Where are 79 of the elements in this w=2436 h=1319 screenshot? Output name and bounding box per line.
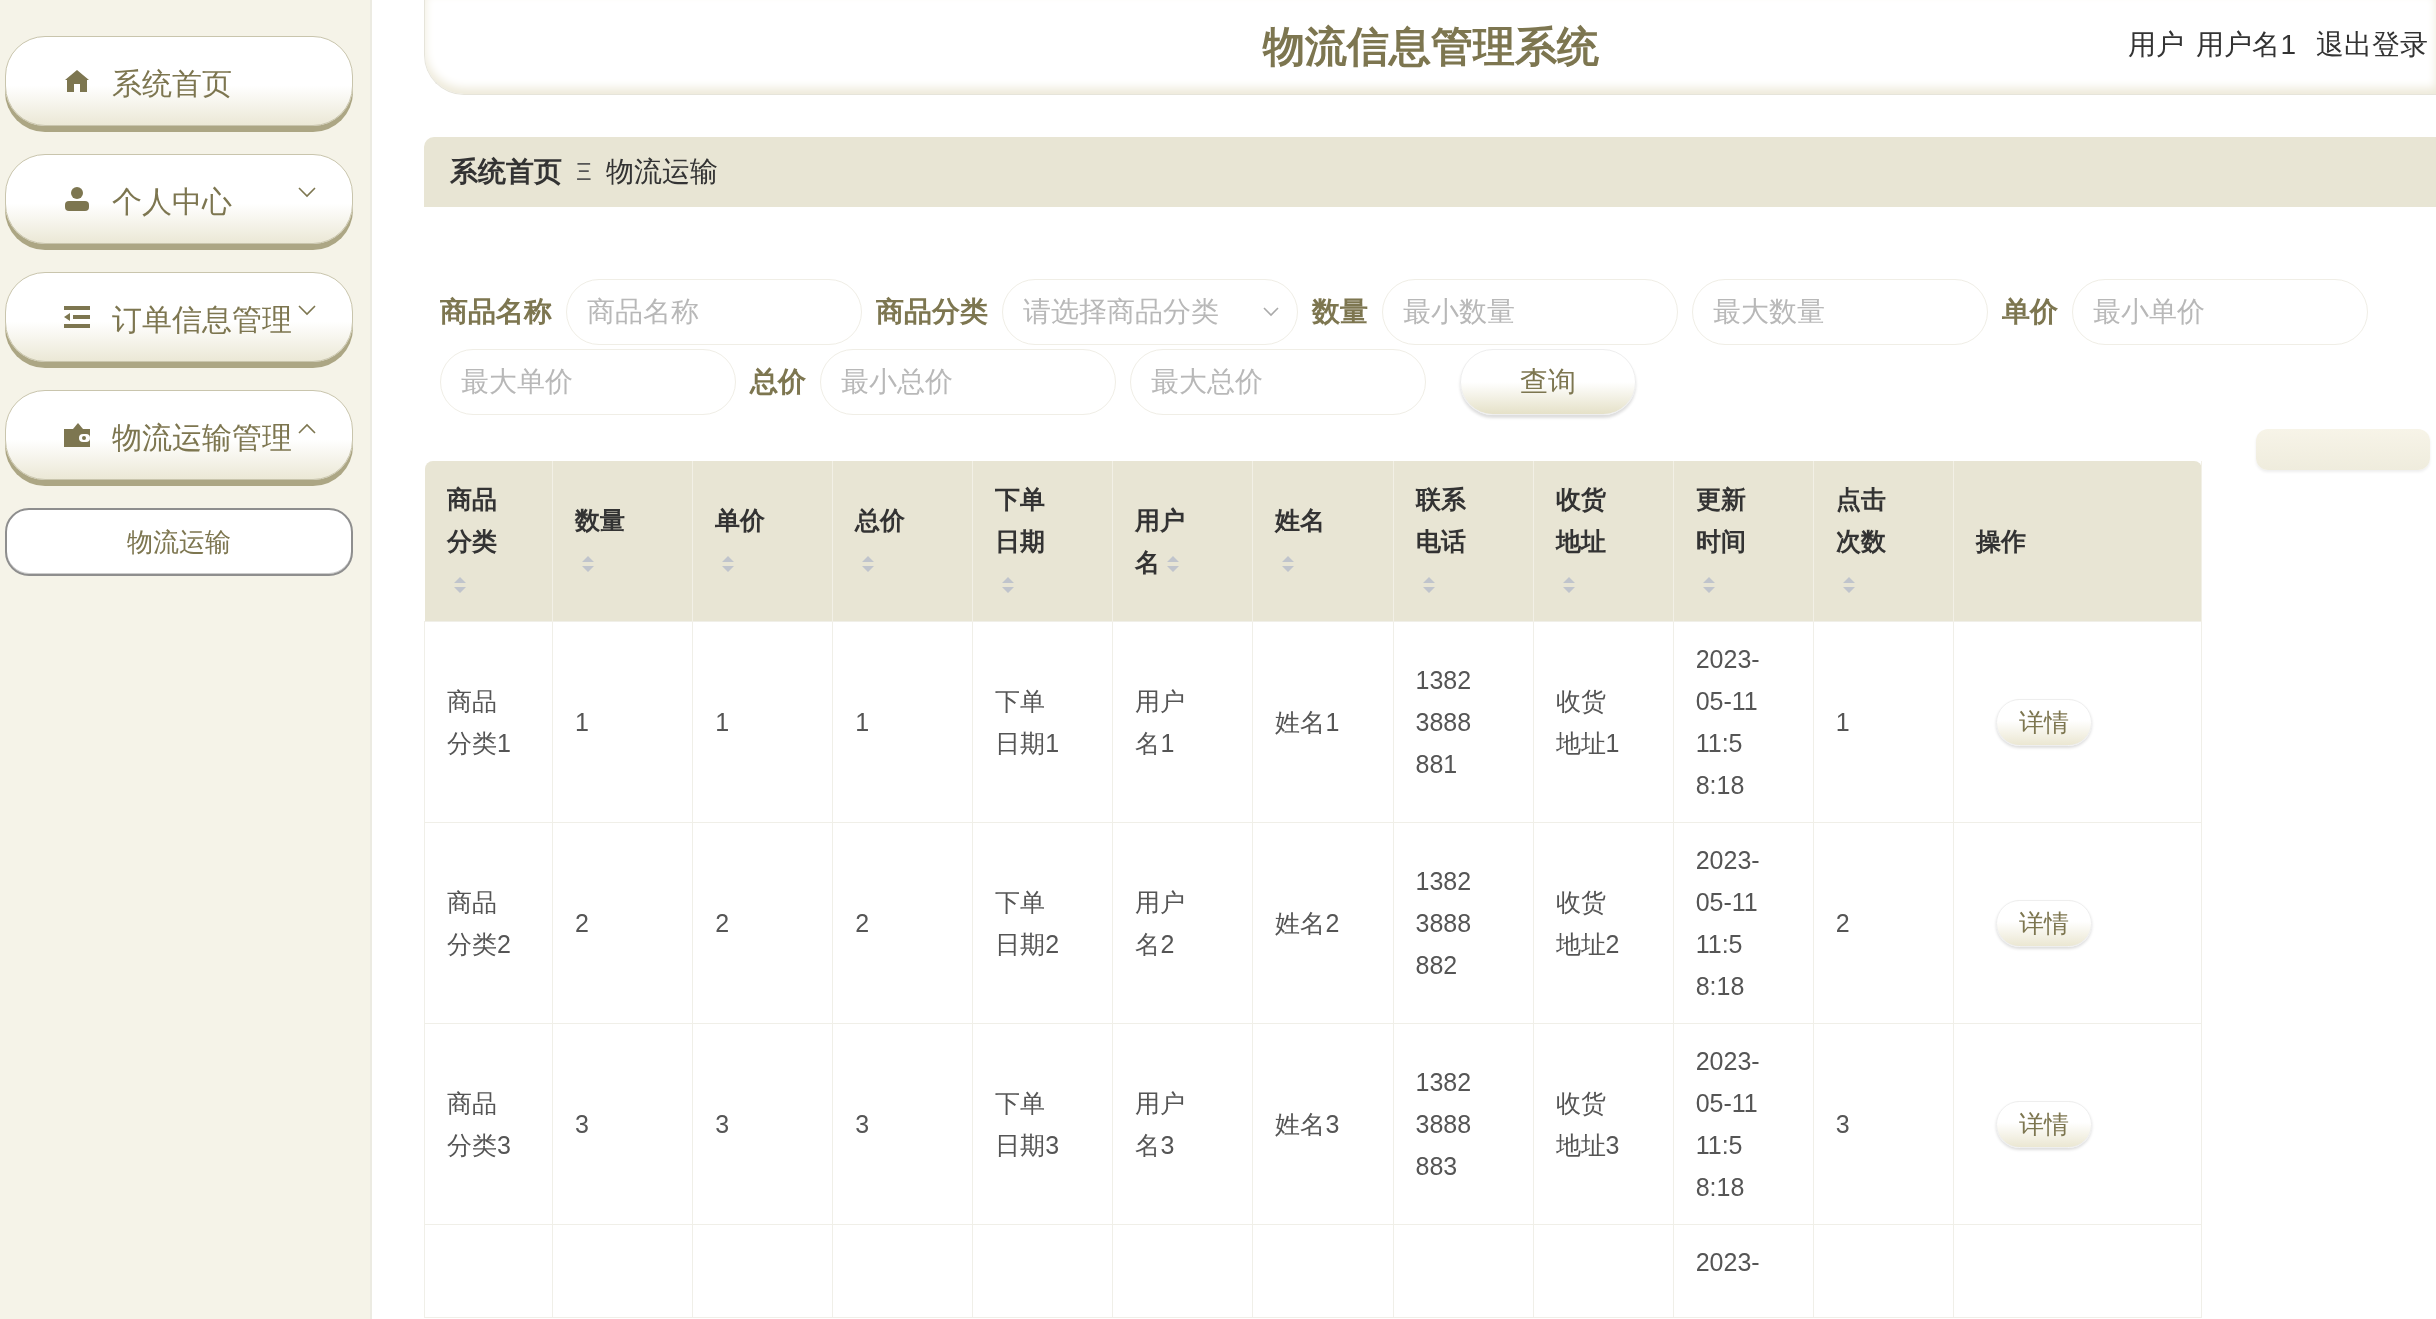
table-cell: 2023-05-11 11:58:18: [1695, 1047, 1760, 1201]
caret-down-icon: [298, 187, 316, 198]
table-cell: 商品分类3: [447, 1089, 511, 1159]
details-button[interactable]: 详情: [1995, 698, 2092, 746]
table-cell: 姓名3: [1275, 1110, 1340, 1138]
app-title: 物流信息管理系统: [1262, 22, 1599, 72]
column-header[interactable]: 单价: [692, 461, 833, 622]
table-cell: 1: [575, 708, 589, 736]
column-header[interactable]: 商品分类: [424, 461, 553, 622]
user-icon: [64, 186, 90, 212]
column-header[interactable]: 收货地址: [1533, 461, 1674, 622]
caret-up-icon: [298, 423, 316, 434]
input-field[interactable]: 最小数量: [1382, 279, 1678, 345]
field-label: 商品分类: [876, 295, 988, 329]
table-cell: 2023-05-11 11:58:18: [1695, 645, 1760, 799]
field-label: 数量: [1312, 295, 1368, 329]
table-cell: 收货地址2: [1555, 888, 1620, 958]
column-header[interactable]: 姓名: [1252, 461, 1394, 622]
input-field[interactable]: 最小总价: [820, 349, 1116, 415]
table-cell: 1: [855, 708, 870, 736]
table-cell: 1: [1835, 708, 1850, 736]
user-role: 用户: [2128, 28, 2185, 62]
table-cell: 商品分类2: [447, 888, 511, 958]
input-field[interactable]: 最大数量: [1692, 279, 1988, 345]
table-cell: 3: [1835, 1110, 1850, 1138]
breadcrumb-item[interactable]: 系统首页: [450, 153, 562, 191]
breadcrumb-item: 物流运输: [605, 155, 718, 189]
table-cell: 用户名2: [1135, 888, 1186, 958]
table-cell: 13823888883: [1415, 1068, 1472, 1180]
side-tab[interactable]: [2256, 429, 2430, 470]
table-cell: 3: [855, 1110, 870, 1138]
table-cell: 2: [715, 909, 730, 937]
table-cell: 姓名2: [1275, 909, 1340, 937]
input-field[interactable]: 最小单价: [2072, 279, 2368, 345]
list-icon: [64, 306, 90, 328]
table-cell: 商品分类1: [447, 687, 511, 757]
table-cell: 13823888882: [1415, 867, 1472, 979]
details-button[interactable]: 详情: [1995, 899, 2092, 947]
table-cell: 2023-05-11 11:58:18: [1695, 846, 1760, 1000]
table-cell: 下单日期1: [995, 687, 1060, 757]
table-cell: 下单日期3: [995, 1089, 1060, 1159]
column-header[interactable]: 点击次数: [1813, 461, 1954, 622]
column-header: 操作: [1975, 527, 2026, 555]
table-cell: 13823888881: [1415, 666, 1472, 778]
table-cell: 2: [1835, 909, 1850, 937]
input-field[interactable]: 最大总价: [1130, 349, 1426, 415]
table-cell: 下单日期2: [995, 888, 1060, 958]
table-cell: 收货地址3: [1555, 1089, 1620, 1159]
search-button[interactable]: 查询: [1460, 349, 1636, 415]
field-label: 单价: [2002, 295, 2058, 329]
table-cell: 1: [715, 708, 730, 736]
chevron-down-icon: [1263, 307, 1279, 317]
column-header[interactable]: 联系电话: [1393, 461, 1534, 622]
table-cell: 姓名1: [1275, 708, 1340, 736]
column-header[interactable]: 下单日期: [972, 461, 1113, 622]
breadcrumb-separator: Ξ: [576, 158, 592, 186]
table-cell: 2023-: [1695, 1248, 1760, 1276]
column-header[interactable]: 用户名: [1112, 461, 1253, 622]
table-cell: 3: [715, 1110, 730, 1138]
table-cell: 收货地址1: [1555, 687, 1620, 757]
field-label: 商品名称: [440, 295, 552, 329]
table-cell: 2: [855, 909, 870, 937]
wallet-icon: [64, 423, 90, 447]
sidebar-submenu-item[interactable]: 物流运输: [5, 508, 353, 576]
column-header[interactable]: 数量: [552, 461, 693, 622]
home-icon: [64, 69, 90, 93]
table-cell: 用户名3: [1135, 1089, 1186, 1159]
input-field[interactable]: 商品名称: [566, 279, 862, 345]
caret-down-icon: [298, 305, 316, 316]
column-header[interactable]: 总价: [832, 461, 973, 622]
table-cell: 3: [575, 1110, 589, 1138]
field-label: 总价: [750, 365, 806, 399]
username: 用户名1: [2196, 28, 2296, 62]
input-field[interactable]: 最大单价: [440, 349, 736, 415]
table-cell: 2: [575, 909, 589, 937]
column-header[interactable]: 更新时间: [1673, 461, 1814, 622]
table-cell: 用户名1: [1135, 687, 1186, 757]
details-button[interactable]: 详情: [1995, 1100, 2092, 1148]
logout-link[interactable]: 退出登录: [2316, 26, 2428, 64]
